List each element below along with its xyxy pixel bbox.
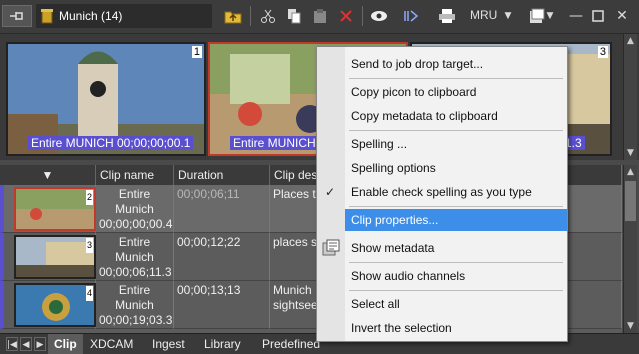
menu-separator — [349, 262, 563, 263]
folder-up-icon — [224, 11, 242, 24]
scissors-icon — [261, 9, 275, 23]
clip-name: Entire Munich — [115, 283, 154, 312]
check-icon: ✓ — [325, 185, 336, 199]
toolbar: Munich (14) MRU ▼ ▼ — ✕ — [0, 0, 639, 34]
tab-next-icon[interactable]: ▶ — [34, 337, 46, 351]
menu-separator — [349, 206, 563, 207]
picon-number: 3 — [597, 46, 608, 58]
scroll-up-icon[interactable]: ▲ — [624, 165, 637, 179]
up-folder-button[interactable] — [222, 5, 244, 27]
picon-caption: Entire MUNICH 00;00;00;00.1 — [28, 136, 194, 150]
clip-name: Entire Munich — [115, 187, 154, 216]
sort-column-header[interactable]: ▼ — [0, 165, 96, 185]
context-menu: Send to job drop target... Copy picon to… — [316, 46, 568, 342]
maximize-icon — [592, 10, 604, 22]
mru-label[interactable]: MRU — [470, 8, 497, 22]
clip-thumbnail: 4 — [14, 283, 96, 327]
close-button[interactable]: ✕ — [614, 5, 630, 27]
metadata-icon — [322, 239, 340, 256]
bin-icon — [41, 9, 53, 24]
menu-clip-properties[interactable]: Clip properties... — [345, 209, 567, 231]
menu-show-metadata[interactable]: Show metadata — [345, 237, 567, 259]
copy-button[interactable] — [284, 5, 304, 27]
delete-x-icon — [340, 10, 352, 22]
clip-duration: 00;00;12;22 — [174, 233, 270, 281]
menu-invert-selection[interactable]: Invert the selection — [345, 317, 567, 339]
clip-thumbnail: 3 — [14, 235, 96, 279]
menu-copy-metadata[interactable]: Copy metadata to clipboard — [345, 105, 567, 127]
scroll-up-icon[interactable]: ▲ — [624, 34, 637, 48]
cut-button[interactable] — [258, 5, 278, 27]
send-arrows-icon — [404, 10, 419, 22]
tab-first-icon[interactable]: |◀ — [6, 337, 18, 351]
tab-xdcam[interactable]: XDCAM — [84, 334, 139, 354]
close-icon: ✕ — [616, 8, 628, 24]
properties-icon — [529, 8, 545, 23]
menu-copy-picon[interactable]: Copy picon to clipboard — [345, 81, 567, 103]
pin-button[interactable] — [2, 5, 32, 27]
column-header-clip-name[interactable]: Clip name — [96, 165, 174, 185]
scroll-down-icon[interactable]: ▼ — [624, 319, 637, 333]
bin-title: Munich (14) — [59, 9, 123, 23]
scroll-thumb[interactable] — [625, 181, 636, 221]
sort-down-icon: ▼ — [41, 168, 54, 182]
clip-thumbnail: 2 — [14, 187, 96, 231]
properties-dropdown[interactable]: ▼ — [526, 5, 556, 27]
tab-prev-icon[interactable]: ◀ — [20, 337, 32, 351]
tab-clip[interactable]: Clip — [48, 334, 83, 354]
minimize-button[interactable]: — — [568, 5, 584, 27]
tab-ingest[interactable]: Ingest — [146, 334, 191, 354]
menu-separator — [349, 290, 563, 291]
clip-duration: 00;00;13;13 — [174, 281, 270, 329]
clip-timecode: 00;00;06;11.3 — [99, 265, 172, 279]
menu-spelling-options[interactable]: Spelling options — [345, 157, 567, 179]
pin-icon — [10, 12, 23, 20]
menu-show-audio-channels[interactable]: Show audio channels — [345, 265, 567, 287]
chevron-down-icon: ▼ — [504, 11, 512, 21]
mru-dropdown[interactable]: ▼ — [502, 5, 514, 27]
picon-item[interactable]: Entire MUNICH 00;00;00;00.1 1 — [6, 42, 206, 156]
maximize-button[interactable] — [590, 5, 606, 27]
tab-library[interactable]: Library — [198, 334, 247, 354]
send-button[interactable] — [402, 5, 424, 27]
menu-send-to-job-drop[interactable]: Send to job drop target... — [345, 53, 567, 75]
bin-selector[interactable]: Munich (14) — [36, 4, 212, 28]
minimize-icon: — — [569, 8, 583, 24]
picon-caption: Entire MUNICH — [230, 136, 319, 150]
grid-scrollbar[interactable]: ▲ ▼ — [623, 165, 637, 333]
eye-icon — [371, 11, 387, 21]
printer-icon — [439, 9, 455, 23]
menu-spelling[interactable]: Spelling ... — [345, 133, 567, 155]
clip-duration: 00;00;06;11 — [174, 185, 270, 233]
menu-separator — [349, 78, 563, 79]
menu-enable-spell-check[interactable]: Enable check spelling as you type — [345, 181, 567, 203]
menu-separator — [349, 130, 563, 131]
paste-button[interactable] — [310, 5, 330, 27]
delete-button[interactable] — [336, 5, 356, 27]
clip-timecode: 00;00;00;00.4 — [99, 217, 173, 231]
column-header-duration[interactable]: Duration — [174, 165, 270, 185]
chevron-down-icon: ▼ — [546, 11, 554, 21]
clip-name: Entire Munich — [115, 235, 154, 264]
scroll-down-icon[interactable]: ▼ — [624, 146, 637, 160]
print-button[interactable] — [436, 5, 458, 27]
copy-icon — [288, 9, 301, 24]
picon-scrollbar[interactable]: ▲ ▼ — [623, 34, 637, 160]
paste-icon — [314, 9, 326, 23]
picon-number: 1 — [191, 46, 202, 58]
clip-timecode: 00;00;19;03.3 — [99, 313, 173, 327]
view-button[interactable] — [368, 5, 390, 27]
menu-select-all[interactable]: Select all — [345, 293, 567, 315]
